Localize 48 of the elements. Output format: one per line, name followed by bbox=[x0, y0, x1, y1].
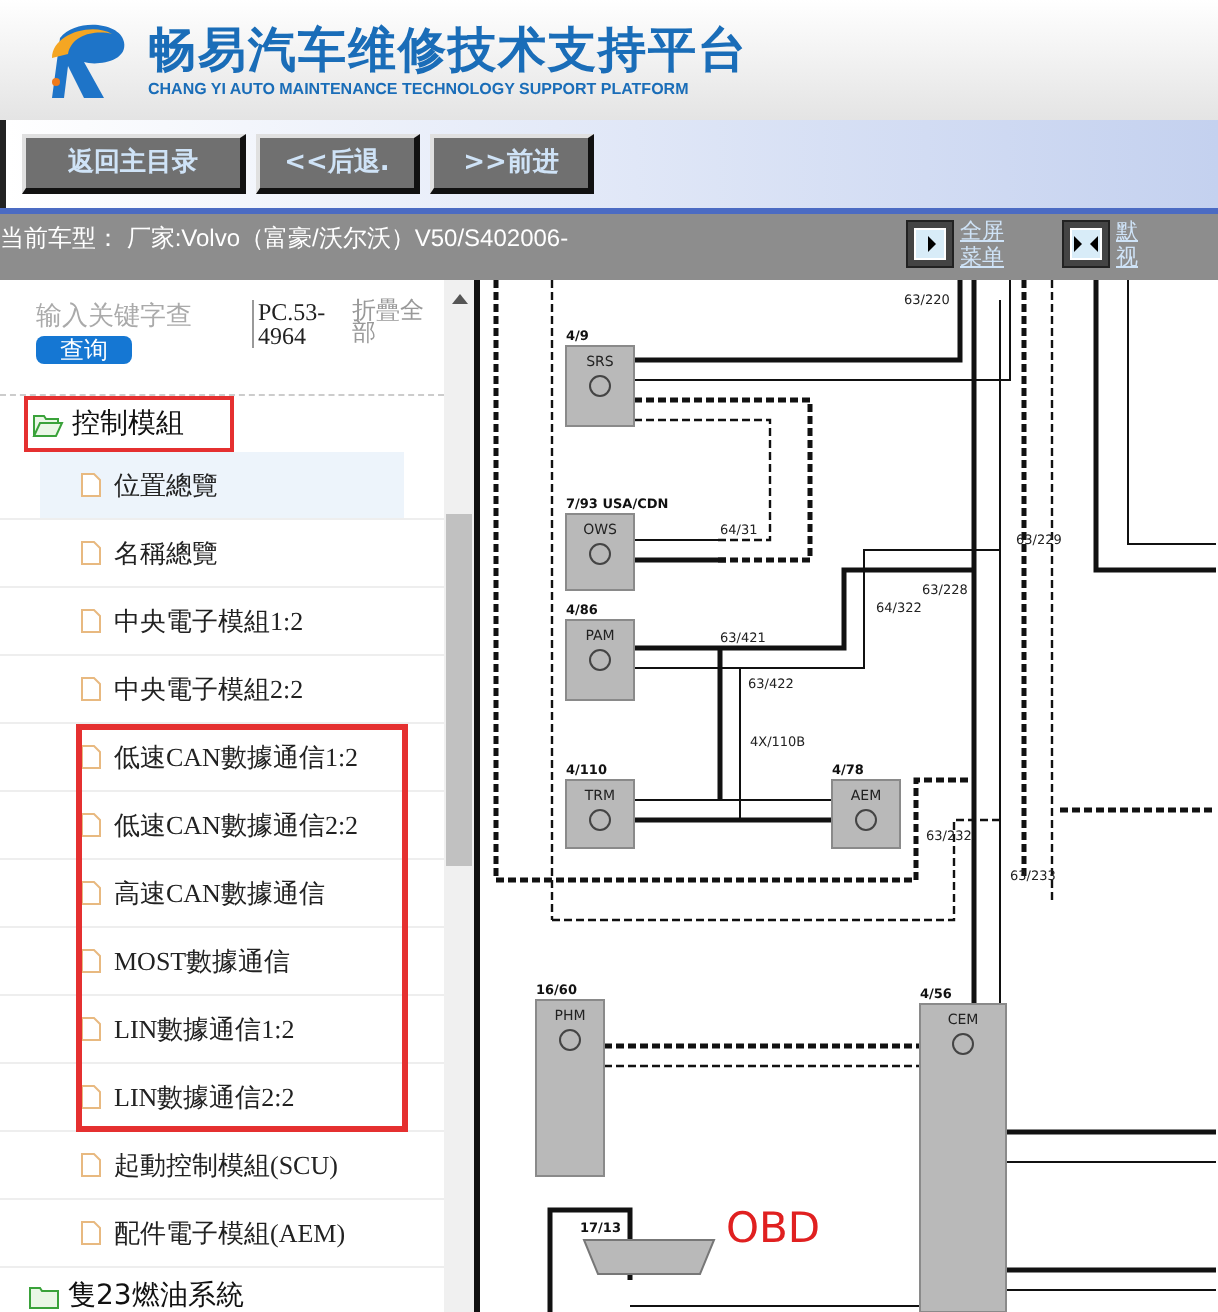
tree-item[interactable]: 配件電子模組(AEM) bbox=[40, 1200, 404, 1266]
tree-item[interactable]: 位置總覽 bbox=[40, 452, 404, 518]
module-block bbox=[565, 513, 635, 591]
module-block bbox=[831, 779, 901, 849]
part-code-text: PC.53-4964 bbox=[252, 300, 336, 348]
tree-item[interactable]: LIN數據通信2:2 bbox=[40, 1064, 404, 1130]
document-icon bbox=[80, 1220, 102, 1246]
document-icon bbox=[80, 1016, 102, 1042]
platform-title: 畅易汽车维修技术支持平台 bbox=[148, 21, 748, 77]
tree-folder[interactable]: 隻23燃油系統 bbox=[24, 1268, 264, 1312]
document-icon bbox=[80, 880, 102, 906]
tree-item[interactable]: 低速CAN數據通信2:2 bbox=[40, 792, 404, 858]
scrollbar-thumb[interactable] bbox=[446, 514, 472, 866]
tree-item[interactable]: 起動控制模組(SCU) bbox=[40, 1132, 404, 1198]
nav-button[interactable]: 返回主目录 bbox=[22, 134, 246, 194]
document-icon bbox=[80, 744, 102, 770]
document-icon bbox=[80, 608, 102, 634]
tree-item[interactable]: MOST數據通信 bbox=[40, 928, 404, 994]
tree-item[interactable]: 名稱總覽 bbox=[40, 520, 404, 586]
document-icon bbox=[80, 472, 102, 498]
search-button[interactable]: 查询 bbox=[36, 336, 132, 364]
scroll-up-arrow-icon[interactable] bbox=[451, 292, 467, 304]
document-icon bbox=[80, 812, 102, 838]
tree-item[interactable]: 中央電子模組2:2 bbox=[40, 656, 404, 722]
folder-icon bbox=[28, 1283, 60, 1309]
tree-item[interactable]: 低速CAN數據通信1:2 bbox=[40, 724, 404, 790]
split-view-icon[interactable] bbox=[1062, 220, 1110, 268]
module-block bbox=[565, 779, 635, 849]
tree-item[interactable]: 中央電子模組1:2 bbox=[40, 588, 404, 654]
scrollbar[interactable] bbox=[444, 280, 474, 1312]
tree-item[interactable]: LIN數據通信1:2 bbox=[40, 996, 404, 1062]
module-block bbox=[565, 345, 635, 427]
expand-icon[interactable] bbox=[906, 220, 954, 268]
document-icon bbox=[80, 540, 102, 566]
document-icon bbox=[80, 1084, 102, 1110]
connector-drawing bbox=[582, 1239, 716, 1275]
document-icon bbox=[80, 676, 102, 702]
nav-button[interactable]: <<后退. bbox=[256, 134, 420, 194]
open-folder-icon bbox=[32, 411, 64, 437]
platform-subtitle: CHANG YI AUTO MAINTENANCE TECHNOLOGY SUPPORT PLATFORM bbox=[148, 77, 691, 99]
document-icon bbox=[80, 948, 102, 974]
tree-item[interactable]: 高速CAN數據通信 bbox=[40, 860, 404, 926]
document-icon bbox=[80, 1152, 102, 1178]
current-vehicle-text: 当前车型： 厂家:Volvo（富豪/沃尔沃）V50/S402006- bbox=[0, 222, 571, 256]
nav-button[interactable]: >>前进 bbox=[430, 134, 594, 194]
tree-folder[interactable]: 控制模組 bbox=[24, 396, 234, 452]
module-block bbox=[565, 619, 635, 701]
obd-annotation: OBD bbox=[726, 1204, 821, 1252]
